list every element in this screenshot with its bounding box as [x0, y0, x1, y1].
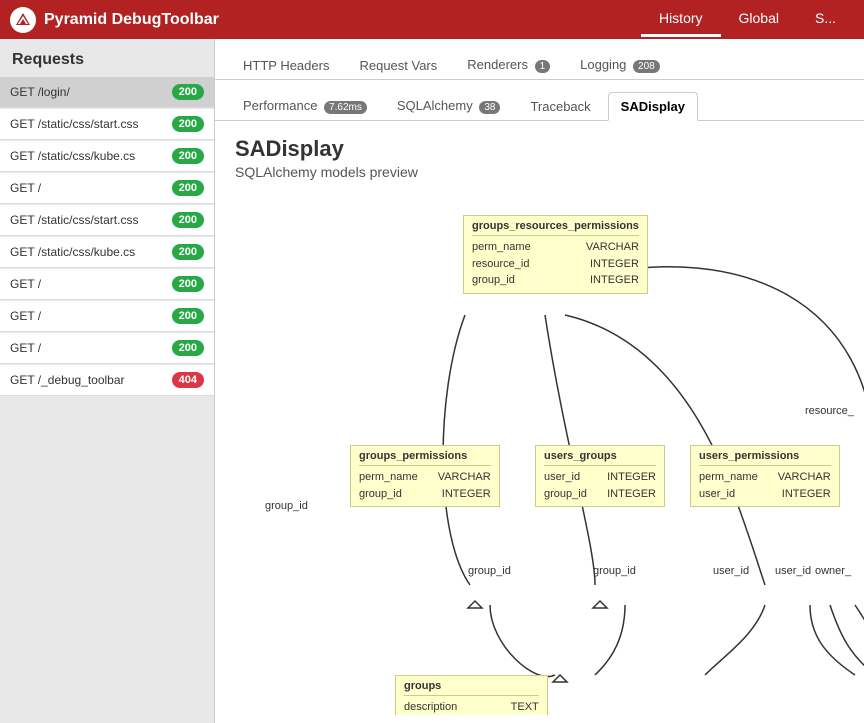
request-path: GET / [10, 181, 41, 195]
entity-title: groups_resources_permissions [472, 220, 639, 236]
topbar: Pyramid DebugToolbar History Global S... [0, 0, 864, 39]
request-path: GET / [10, 277, 41, 291]
tab-renderers[interactable]: Renderers 1 [454, 50, 563, 80]
status-badge: 404 [172, 372, 204, 388]
entity-groups: groups description TEXT group_name VARCH… [395, 675, 548, 715]
request-path: GET /static/css/start.css [10, 213, 138, 227]
brand: Pyramid DebugToolbar [10, 7, 641, 33]
status-badge: 200 [172, 276, 204, 292]
topbar-nav: History Global S... [641, 2, 854, 37]
entity-users-groups: users_groups user_id INTEGER group_id IN… [535, 445, 665, 507]
tab-http-headers[interactable]: HTTP Headers [230, 51, 342, 80]
main-layout: Requests GET /login/ 200 GET /static/css… [0, 39, 864, 723]
status-badge: 200 [172, 148, 204, 164]
request-path: GET /static/css/kube.cs [10, 245, 135, 259]
request-path: GET /login/ [10, 85, 70, 99]
sidebar: Requests GET /login/ 200 GET /static/css… [0, 39, 215, 723]
list-item[interactable]: GET /login/ 200 [0, 77, 214, 108]
list-item[interactable]: GET / 200 [0, 269, 214, 300]
entity-title: users_groups [544, 450, 656, 466]
list-item[interactable]: GET /static/css/start.css 200 [0, 205, 214, 236]
list-item[interactable]: GET / 200 [0, 301, 214, 332]
status-badge: 200 [172, 116, 204, 132]
diag-label-group-id-mid: group_id [468, 565, 511, 577]
tab-request-vars[interactable]: Request Vars [346, 51, 450, 80]
entity-title: users_permissions [699, 450, 831, 466]
tabs-row-2: Performance 7.62ms SQLAlchemy 38 Traceba… [215, 80, 864, 121]
perf-badge: 7.62ms [324, 101, 367, 114]
diag-label-user-id: user_id [713, 565, 749, 577]
request-path: GET / [10, 341, 41, 355]
tabs-row-1: HTTP Headers Request Vars Renderers 1 Lo… [215, 39, 864, 80]
diag-label-group-id-left: group_id [265, 500, 308, 512]
logging-badge: 208 [633, 60, 660, 73]
entity-row: perm_name VARCHAR [699, 469, 831, 486]
nav-history[interactable]: History [641, 2, 721, 37]
entity-row: perm_name VARCHAR [472, 239, 639, 256]
list-item[interactable]: GET / 200 [0, 333, 214, 364]
entity-row: resource_id INTEGER [472, 256, 639, 273]
nav-global[interactable]: Global [721, 2, 797, 37]
tab-sadisplay[interactable]: SADisplay [608, 92, 698, 121]
status-badge: 200 [172, 340, 204, 356]
status-badge: 200 [172, 180, 204, 196]
sql-badge: 38 [479, 101, 500, 114]
list-item[interactable]: GET /static/css/kube.cs 200 [0, 237, 214, 268]
tab-logging[interactable]: Logging 208 [567, 50, 673, 80]
request-path: GET / [10, 309, 41, 323]
status-badge: 200 [172, 244, 204, 260]
entity-title: groups [404, 680, 539, 696]
page-title-area: SADisplay SQLAlchemy models preview [215, 121, 864, 185]
entity-row: description TEXT [404, 699, 539, 715]
entity-row: user_id INTEGER [544, 469, 656, 486]
tab-traceback[interactable]: Traceback [517, 92, 603, 121]
request-path: GET /_debug_toolbar [10, 373, 125, 387]
page-subtitle: SQLAlchemy models preview [235, 164, 844, 180]
entity-row: perm_name VARCHAR [359, 469, 491, 486]
status-badge: 200 [172, 308, 204, 324]
sidebar-title: Requests [0, 39, 214, 77]
nav-s[interactable]: S... [797, 2, 854, 37]
entity-title: groups_permissions [359, 450, 491, 466]
list-item[interactable]: GET / 200 [0, 173, 214, 204]
renderers-badge: 1 [535, 60, 551, 73]
entity-row: group_id INTEGER [472, 272, 639, 289]
diag-label-user-id2: user_id [775, 565, 811, 577]
list-item[interactable]: GET /_debug_toolbar 404 [0, 365, 214, 396]
status-badge: 200 [172, 84, 204, 100]
status-badge: 200 [172, 212, 204, 228]
tab-sqlalchemy[interactable]: SQLAlchemy 38 [384, 91, 514, 121]
content-area: HTTP Headers Request Vars Renderers 1 Lo… [215, 39, 864, 723]
brand-label: Pyramid DebugToolbar [44, 11, 219, 29]
diag-label-owner: owner_ [815, 565, 851, 577]
entity-row: group_id INTEGER [544, 486, 656, 503]
diag-label-group-id-mid2: group_id [593, 565, 636, 577]
entity-groups-permissions: groups_permissions perm_name VARCHAR gro… [350, 445, 500, 507]
list-item[interactable]: GET /static/css/start.css 200 [0, 109, 214, 140]
page-title: SADisplay [235, 136, 844, 162]
entity-groups-resources-permissions: groups_resources_permissions perm_name V… [463, 215, 648, 294]
request-path: GET /static/css/kube.cs [10, 149, 135, 163]
diag-label-resource: resource_ [805, 405, 854, 417]
tab-performance[interactable]: Performance 7.62ms [230, 91, 380, 121]
entity-row: user_id INTEGER [699, 486, 831, 503]
logo-icon [10, 7, 36, 33]
list-item[interactable]: GET /static/css/kube.cs 200 [0, 141, 214, 172]
diagram-area: groups_resources_permissions perm_name V… [235, 195, 864, 715]
entity-row: group_id INTEGER [359, 486, 491, 503]
entity-users-permissions: users_permissions perm_name VARCHAR user… [690, 445, 840, 507]
request-path: GET /static/css/start.css [10, 117, 138, 131]
